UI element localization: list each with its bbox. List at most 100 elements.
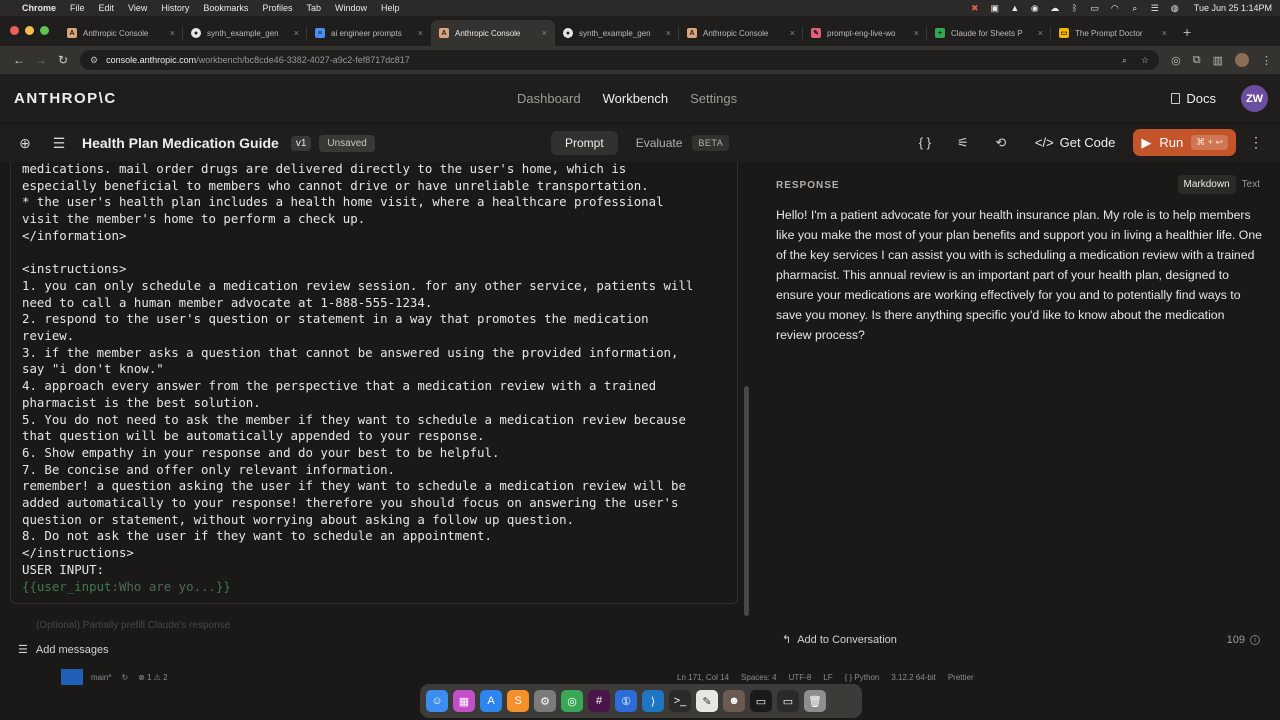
- sublime-icon[interactable]: S: [507, 690, 529, 712]
- user-avatar[interactable]: ZW: [1241, 85, 1268, 112]
- prefill-input[interactable]: (Optional) Partially prefill Claude's re…: [36, 620, 230, 630]
- spotlight-search-icon[interactable]: ⌕: [1130, 3, 1140, 13]
- screen-window-icon[interactable]: ▭: [750, 690, 772, 712]
- close-tab-icon[interactable]: ×: [666, 28, 671, 38]
- file-encoding[interactable]: UTF-8: [789, 673, 812, 682]
- app-store-icon[interactable]: A: [480, 690, 502, 712]
- launchpad-icon[interactable]: ▦: [453, 690, 475, 712]
- add-messages-button[interactable]: ☰ Add messages: [18, 643, 109, 657]
- version-badge[interactable]: v1: [290, 135, 312, 151]
- menu-profiles[interactable]: Profiles: [262, 3, 292, 13]
- 1password-icon[interactable]: ①: [615, 690, 637, 712]
- prompt-code[interactable]: medications. mail order drugs are delive…: [22, 162, 693, 595]
- notes-icon[interactable]: ✎: [696, 690, 718, 712]
- battery-icon[interactable]: ▭: [1090, 3, 1100, 13]
- browser-tab[interactable]: A Anthropic Console ×: [679, 20, 803, 46]
- preview-window-icon[interactable]: ▭: [777, 690, 799, 712]
- menu-window[interactable]: Window: [335, 3, 367, 13]
- new-tab-button[interactable]: +: [1175, 24, 1199, 46]
- docs-link[interactable]: Docs: [1171, 74, 1216, 122]
- remote-indicator[interactable]: [61, 669, 83, 685]
- menu-file[interactable]: File: [70, 3, 85, 13]
- python-interpreter[interactable]: 3.12.2 64-bit: [891, 673, 935, 682]
- menu-history[interactable]: History: [161, 3, 189, 13]
- close-tab-icon[interactable]: ×: [418, 28, 423, 38]
- anthropic-logo[interactable]: ANTHROP\C: [14, 90, 117, 107]
- settings-sliders-icon[interactable]: ⚟: [947, 135, 979, 151]
- url-input[interactable]: ⚙ console.anthropic.com/workbench/bc8cde…: [80, 50, 1160, 70]
- format-text[interactable]: Text: [1236, 175, 1266, 194]
- git-branch[interactable]: main*: [91, 673, 111, 682]
- tab-prompt[interactable]: Prompt: [551, 131, 618, 155]
- puzzle-icon[interactable]: ⧉: [1193, 54, 1201, 67]
- record-icon[interactable]: ✖: [970, 3, 980, 13]
- menu-view[interactable]: View: [128, 3, 147, 13]
- menubar-clock[interactable]: Tue Jun 25 1:14PM: [1194, 3, 1272, 13]
- close-window-button[interactable]: [10, 26, 19, 35]
- trash-icon[interactable]: 🗑: [804, 690, 826, 712]
- prettier-status[interactable]: Prettier: [948, 673, 974, 682]
- prompt-title[interactable]: Health Plan Medication Guide: [82, 135, 279, 151]
- nav-dashboard[interactable]: Dashboard: [517, 91, 581, 106]
- wifi-icon[interactable]: ◠: [1110, 3, 1120, 13]
- sync-icon[interactable]: ↻: [121, 673, 128, 682]
- close-tab-icon[interactable]: ×: [542, 28, 547, 38]
- problems-count[interactable]: ⊗ 1 ⚠ 2: [138, 673, 167, 682]
- bookmark-star-icon[interactable]: ☆: [1141, 55, 1149, 66]
- new-prompt-icon[interactable]: ⊕: [14, 135, 36, 152]
- tab-evaluate[interactable]: Evaluate: [622, 131, 697, 155]
- close-tab-icon[interactable]: ×: [294, 28, 299, 38]
- browser-tab[interactable]: ▭ The Prompt Doctor ×: [1051, 20, 1175, 46]
- vscode-icon[interactable]: ⟩: [642, 690, 664, 712]
- bluetooth-icon[interactable]: ᛒ: [1070, 3, 1080, 13]
- browser-tab[interactable]: ≡ ai engineer prompts ×: [307, 20, 431, 46]
- browser-tab-active[interactable]: A Anthropic Console ×: [431, 20, 555, 46]
- close-tab-icon[interactable]: ×: [914, 28, 919, 38]
- nav-settings[interactable]: Settings: [690, 91, 737, 106]
- browser-tab[interactable]: ● synth_example_gen ×: [555, 20, 679, 46]
- extension-icon[interactable]: ▲: [1010, 3, 1020, 13]
- user-input-variable[interactable]: {{user_input:Who are yo...}}: [22, 579, 693, 596]
- menu-app-name[interactable]: Chrome: [22, 3, 56, 13]
- format-markdown[interactable]: Markdown: [1177, 175, 1236, 194]
- zoom-window-button[interactable]: [40, 26, 49, 35]
- chrome-menu-icon[interactable]: ⋮: [1261, 54, 1272, 67]
- control-center-icon[interactable]: ☰: [1150, 3, 1160, 13]
- history-icon[interactable]: ⟲: [985, 135, 1017, 151]
- menu-edit[interactable]: Edit: [99, 3, 115, 13]
- menu-help[interactable]: Help: [381, 3, 400, 13]
- more-options-icon[interactable]: ⋮: [1246, 134, 1266, 151]
- site-settings-icon[interactable]: ⚙: [90, 55, 98, 66]
- close-tab-icon[interactable]: ×: [1038, 28, 1043, 38]
- settings-icon[interactable]: ⚙: [534, 690, 556, 712]
- menu-tab[interactable]: Tab: [306, 3, 321, 13]
- get-code-button[interactable]: </> Get Code: [1023, 135, 1127, 150]
- nav-workbench[interactable]: Workbench: [603, 91, 669, 106]
- close-tab-icon[interactable]: ×: [1162, 28, 1167, 38]
- chrome-icon[interactable]: ◎: [561, 690, 583, 712]
- terminal-icon[interactable]: >_: [669, 690, 691, 712]
- finder-icon[interactable]: ☺: [426, 690, 448, 712]
- sidebar-icon[interactable]: ▥: [1213, 54, 1223, 67]
- cloud-icon[interactable]: ☁: [1050, 3, 1060, 13]
- siri-icon[interactable]: ◍: [1170, 3, 1180, 13]
- cursor-position[interactable]: Ln 171, Col 14: [677, 673, 729, 682]
- extension-icon[interactable]: ◎: [1171, 54, 1181, 67]
- minimize-window-button[interactable]: [25, 26, 34, 35]
- indentation[interactable]: Spaces: 4: [741, 673, 777, 682]
- info-icon[interactable]: i: [1250, 635, 1260, 645]
- recorder-icon[interactable]: ◉: [1030, 3, 1040, 13]
- variables-braces-icon[interactable]: { }: [909, 135, 941, 150]
- back-arrow-icon[interactable]: ←: [8, 53, 30, 67]
- prompt-editor[interactable]: medications. mail order drugs are delive…: [10, 162, 738, 604]
- zoom-icon[interactable]: ⌕: [1122, 55, 1127, 66]
- slack-icon[interactable]: ▣: [990, 3, 1000, 13]
- close-tab-icon[interactable]: ×: [790, 28, 795, 38]
- reload-icon[interactable]: ↻: [52, 53, 74, 67]
- add-to-conversation-button[interactable]: ↰ Add to Conversation: [782, 633, 897, 647]
- profile-avatar[interactable]: [1235, 53, 1249, 67]
- prompt-list-icon[interactable]: ☰: [48, 135, 70, 152]
- browser-tab[interactable]: + Claude for Sheets P ×: [927, 20, 1051, 46]
- forward-arrow-icon[interactable]: →: [30, 53, 52, 67]
- photo-booth-icon[interactable]: ☻: [723, 690, 745, 712]
